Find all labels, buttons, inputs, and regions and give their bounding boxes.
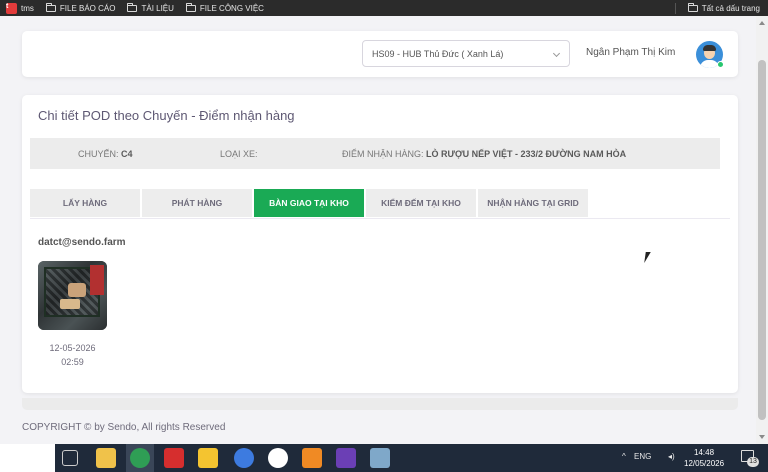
chrome-icon[interactable] bbox=[130, 448, 150, 468]
folder-icon bbox=[687, 2, 698, 12]
all-bookmarks-button[interactable]: Tất cả dấu trang bbox=[687, 2, 760, 13]
scroll-up-icon[interactable] bbox=[759, 21, 765, 25]
pod-detail-card: Chi tiết POD theo Chuyến - Điểm nhận hàn… bbox=[22, 95, 738, 393]
pod-tabs: LẤY HÀNG PHÁT HÀNG BÀN GIAO TẠI KHO KIỂM… bbox=[30, 189, 590, 217]
app-orange-icon[interactable] bbox=[302, 448, 322, 468]
trip-info-bar: CHUYẾN: C4 LOẠI XE: ĐIỂM NHẬN HÀNG: LÒ R… bbox=[30, 138, 720, 169]
sticky-notes-icon[interactable] bbox=[198, 448, 218, 468]
vehicle-label: LOẠI XE: bbox=[220, 149, 258, 159]
wps-office-icon[interactable] bbox=[164, 448, 184, 468]
chevron-down-icon bbox=[552, 49, 561, 58]
bookmark-label: TÀI LIỆU bbox=[141, 3, 174, 13]
photo-date: 12-05-2026 bbox=[49, 343, 96, 353]
card-bottom-strip bbox=[22, 398, 738, 410]
photo-timestamp: 12-05-2026 02:59 bbox=[38, 341, 107, 369]
task-view-icon[interactable] bbox=[62, 450, 78, 466]
bookmark-label: FILE BÁO CÁO bbox=[59, 3, 116, 13]
file-explorer-icon[interactable] bbox=[96, 448, 116, 468]
tab-ban-giao-tai-kho[interactable]: BÀN GIAO TẠI KHO bbox=[254, 189, 364, 217]
pod-photo-thumbnail[interactable] bbox=[38, 261, 107, 330]
bookmark-label: tms bbox=[21, 3, 34, 13]
online-status-icon bbox=[717, 61, 724, 68]
pickup-label: ĐIỂM NHẬN HÀNG: bbox=[342, 149, 424, 159]
clock-date: 12/05/2026 bbox=[684, 459, 725, 468]
bookmark-label: FILE CÔNG VIỆC bbox=[199, 3, 264, 13]
tab-nhan-hang-tai-grid[interactable]: NHẬN HÀNG TẠI GRID bbox=[478, 189, 588, 217]
tab-phat-hang[interactable]: PHÁT HÀNG bbox=[142, 189, 252, 217]
mouse-cursor-icon bbox=[644, 252, 654, 263]
browser-icon[interactable] bbox=[268, 448, 288, 468]
app-blue-icon[interactable] bbox=[370, 448, 390, 468]
tab-lay-hang[interactable]: LẤY HÀNG bbox=[30, 189, 140, 217]
clock-time: 14:48 bbox=[694, 448, 715, 457]
bookmarks-separator bbox=[674, 2, 676, 14]
photo-time: 02:59 bbox=[61, 357, 84, 367]
language-indicator[interactable]: ENG bbox=[634, 452, 651, 461]
page-title: Chi tiết POD theo Chuyến - Điểm nhận hàn… bbox=[38, 108, 295, 123]
folder-icon bbox=[127, 2, 138, 12]
all-bookmarks-label: Tất cả dấu trang bbox=[701, 3, 760, 13]
trip-label: CHUYẾN: bbox=[78, 149, 119, 159]
bookmark-tms[interactable]: t tms bbox=[6, 2, 34, 14]
zalo-icon[interactable] bbox=[234, 448, 254, 468]
pickup-info: ĐIỂM NHẬN HÀNG: LÒ RƯỢU NẾP VIỆT - 233/2… bbox=[342, 149, 626, 159]
pickup-value: LÒ RƯỢU NẾP VIỆT - 233/2 ĐƯỜNG NAM HÒA bbox=[426, 149, 627, 159]
folder-icon bbox=[45, 2, 56, 12]
windows-taskbar: ^ ENG ◂) 14:48 12/05/2026 13 bbox=[0, 444, 768, 472]
system-clock[interactable]: 14:48 12/05/2026 bbox=[684, 447, 724, 469]
bookmark-tai-lieu[interactable]: TÀI LIỆU bbox=[127, 2, 174, 13]
top-header: HS09 - HUB Thủ Đức ( Xanh Lá) Ngân Phạm … bbox=[22, 31, 738, 77]
scroll-thumb[interactable] bbox=[758, 60, 766, 420]
notification-badge: 13 bbox=[747, 457, 759, 467]
folder-icon bbox=[185, 2, 196, 12]
tab-divider bbox=[30, 218, 730, 219]
hub-select-value: HS09 - HUB Thủ Đức ( Xanh Lá) bbox=[372, 49, 504, 59]
tms-logo-icon: t bbox=[6, 2, 17, 14]
bookmarks-bar: t tms FILE BÁO CÁO TÀI LIỆU FILE CÔNG VI… bbox=[0, 0, 768, 16]
page-scrollbar[interactable] bbox=[756, 16, 768, 444]
hub-select[interactable]: HS09 - HUB Thủ Đức ( Xanh Lá) bbox=[362, 40, 570, 67]
tab-kiem-dem-tai-kho[interactable]: KIỂM ĐẾM TẠI KHO bbox=[366, 189, 476, 217]
volume-icon[interactable]: ◂) bbox=[668, 452, 675, 461]
app-purple-icon[interactable] bbox=[336, 448, 356, 468]
scroll-down-icon[interactable] bbox=[759, 435, 765, 439]
user-name[interactable]: Ngân Phạm Thị Kim bbox=[586, 47, 675, 58]
trip-info: CHUYẾN: C4 bbox=[78, 149, 133, 159]
bookmark-file-bao-cao[interactable]: FILE BÁO CÁO bbox=[45, 2, 116, 13]
uploader-email: datct@sendo.farm bbox=[38, 237, 126, 248]
bookmark-file-cong-viec[interactable]: FILE CÔNG VIỆC bbox=[185, 2, 264, 13]
trip-value: C4 bbox=[121, 149, 133, 159]
footer-copyright: COPYRIGHT © by Sendo, All rights Reserve… bbox=[22, 422, 226, 433]
taskbar-search-area[interactable] bbox=[0, 444, 55, 472]
vehicle-info: LOẠI XE: bbox=[220, 149, 258, 159]
tray-chevron-icon[interactable]: ^ bbox=[622, 452, 626, 461]
